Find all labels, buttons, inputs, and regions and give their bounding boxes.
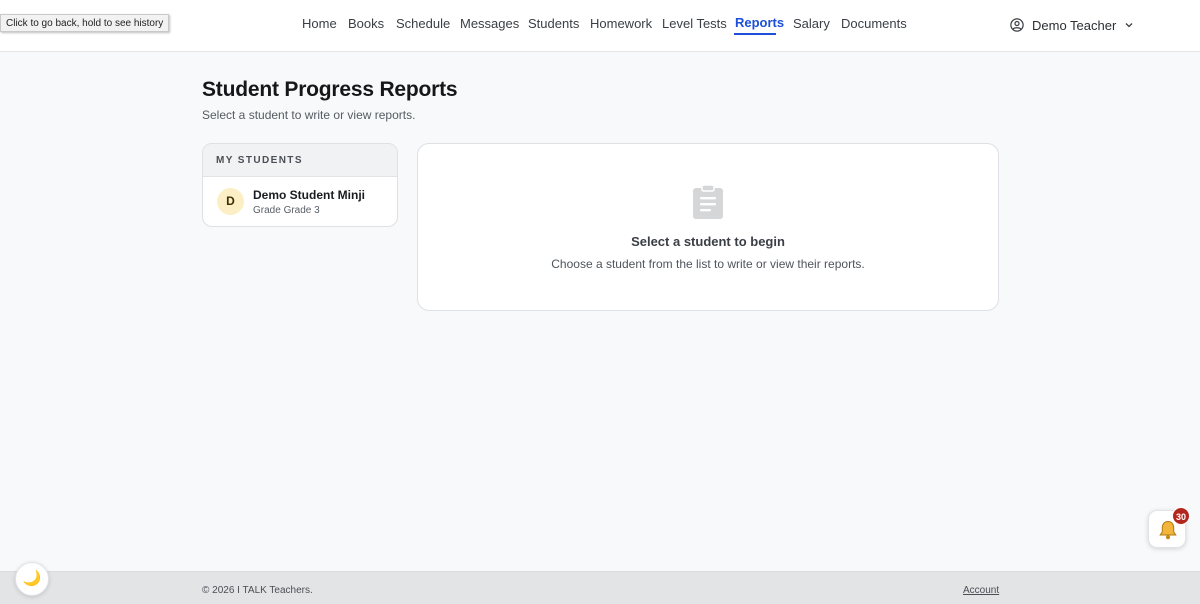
clipboard-icon xyxy=(693,184,723,219)
nav-messages[interactable]: Messages xyxy=(460,16,519,31)
nav-homework[interactable]: Homework xyxy=(590,16,652,31)
footer: © 2026 I TALK Teachers. Account xyxy=(0,571,1200,604)
chevron-down-icon xyxy=(1125,23,1133,28)
dark-mode-toggle[interactable]: 🌙 xyxy=(15,562,49,596)
nav-level-tests[interactable]: Level Tests xyxy=(662,16,727,31)
top-navbar: Home Books Schedule Messages Students Ho… xyxy=(0,0,1200,52)
notification-count-badge: 30 xyxy=(1172,507,1191,525)
nav-salary[interactable]: Salary xyxy=(793,16,830,31)
empty-state-description: Choose a student from the list to write … xyxy=(551,257,865,271)
user-circle-icon xyxy=(1010,18,1024,32)
back-button-tooltip: Click to go back, hold to see history xyxy=(0,14,170,32)
nav-books[interactable]: Books xyxy=(348,16,384,31)
nav-documents[interactable]: Documents xyxy=(841,16,907,31)
student-avatar: D xyxy=(217,188,244,215)
active-tab-indicator xyxy=(734,33,776,35)
notifications-button[interactable]: 30 xyxy=(1148,507,1191,548)
students-panel: MY STUDENTS D Demo Student Minji Grade G… xyxy=(202,143,398,227)
page-title: Student Progress Reports xyxy=(202,78,458,101)
copyright-text: © 2026 I TALK Teachers. xyxy=(202,585,313,596)
report-detail-panel: Select a student to begin Choose a stude… xyxy=(417,143,999,311)
empty-state-title: Select a student to begin xyxy=(631,234,785,249)
nav-reports[interactable]: Reports xyxy=(735,15,784,30)
nav-schedule[interactable]: Schedule xyxy=(396,16,450,31)
student-grade: Grade Grade 3 xyxy=(253,205,320,216)
nav-home[interactable]: Home xyxy=(302,16,337,31)
moon-icon: 🌙 xyxy=(22,570,42,587)
page-subtitle: Select a student to write or view report… xyxy=(202,108,416,122)
student-list-item[interactable]: D Demo Student Minji Grade Grade 3 xyxy=(203,177,397,226)
student-name: Demo Student Minji xyxy=(253,188,365,202)
account-link[interactable]: Account xyxy=(963,585,999,596)
user-name: Demo Teacher xyxy=(1032,17,1117,33)
nav-students[interactable]: Students xyxy=(528,16,579,31)
user-menu[interactable]: Demo Teacher xyxy=(1010,14,1134,36)
students-panel-header: MY STUDENTS xyxy=(203,144,397,177)
